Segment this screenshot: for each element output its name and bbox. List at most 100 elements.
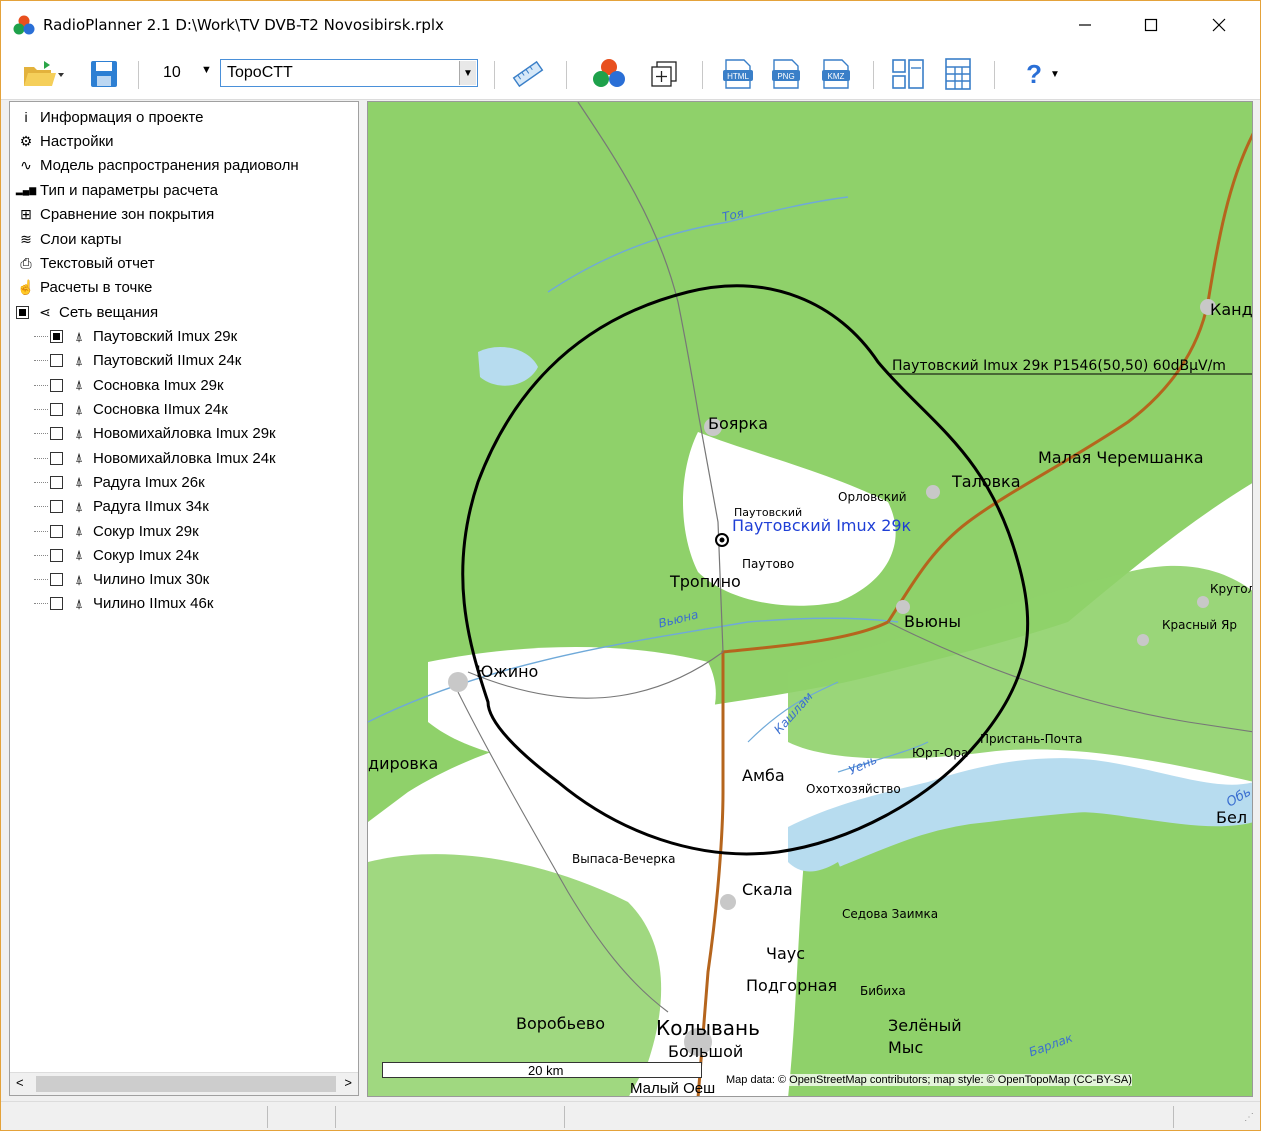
close-button[interactable] xyxy=(1185,1,1253,49)
transmitter-checkbox[interactable] xyxy=(50,354,63,368)
zoom-level-select[interactable]: 10 ▼ xyxy=(153,61,213,87)
transmitter-item[interactable]: ⍋ Сокур Imux 24к xyxy=(34,544,199,566)
place-label: Скала xyxy=(742,880,793,899)
place-label: Воробьево xyxy=(516,1014,606,1033)
map-view[interactable]: Паутовский Imux 29к P1546(50,50) 60dBµV/… xyxy=(367,101,1253,1097)
antenna-tower-icon: ⍋ xyxy=(75,474,83,490)
transmitter-label: Сокур Imux 29к xyxy=(93,522,199,540)
add-layer-button[interactable] xyxy=(646,57,682,91)
tree-item[interactable]: ⊞ Сравнение зон покрытия xyxy=(16,204,214,226)
transmitter-label: Паутовский IImux 24к xyxy=(93,352,242,370)
coverage-button[interactable] xyxy=(586,57,632,91)
transmitter-label: Чилино Imux 30к xyxy=(93,571,210,589)
transmitter-item[interactable]: ⍋ Сосновка Imux 29к xyxy=(34,374,224,396)
transmitter-checkbox[interactable] xyxy=(50,427,63,441)
open-project-button[interactable] xyxy=(19,57,69,91)
place-label: Чаус xyxy=(766,944,806,963)
compare-icon: ⊞ xyxy=(20,206,32,223)
place-label: Пристань-Почта xyxy=(980,732,1083,746)
minimize-button[interactable] xyxy=(1051,1,1119,49)
antenna-tower-icon: ⍋ xyxy=(75,352,83,368)
printer-icon: ⎙ xyxy=(20,254,32,271)
export-html-button[interactable]: HTML xyxy=(718,57,758,91)
tree-horizontal-scrollbar[interactable]: < > xyxy=(10,1072,358,1095)
layout-button[interactable] xyxy=(888,57,928,91)
coverage-circles-icon xyxy=(593,59,625,87)
bottom-place-label: Малый Оеш xyxy=(630,1080,716,1097)
antenna-tower-icon: ⍋ xyxy=(75,595,83,611)
ruler-icon xyxy=(512,60,544,88)
tree-item[interactable]: ≋ Слои карты xyxy=(16,228,121,250)
svg-text:PNG: PNG xyxy=(777,72,794,81)
transmitter-checkbox[interactable] xyxy=(50,403,63,416)
help-icon: ? xyxy=(1026,58,1042,89)
transmitter-item[interactable]: ⍋ Сокур Imux 29к xyxy=(34,520,199,542)
place-label: Охотхозяйство xyxy=(806,782,901,796)
network-checkbox[interactable] xyxy=(16,305,29,319)
place-label: Тропино xyxy=(670,572,741,591)
transmitter-label: Сосновка Imux 29к xyxy=(93,376,224,394)
transmitter-item[interactable]: ⍋ Чилино Imux 30к xyxy=(34,569,209,591)
transmitter-checkbox[interactable] xyxy=(50,573,63,587)
transmitter-item[interactable]: ⍋ Радуга IImux 34к xyxy=(34,496,209,518)
antenna-tower-icon: ⍋ xyxy=(75,571,83,587)
tree-item[interactable]: ▂▄▆ Тип и параметры расчета xyxy=(16,179,218,201)
place-label: Канд xyxy=(1210,300,1253,319)
export-kmz-button[interactable]: KMZ xyxy=(816,57,856,91)
place-label: Зелёный xyxy=(888,1016,962,1035)
maximize-button[interactable] xyxy=(1117,1,1185,49)
tree-item-label: Текстовый отчет xyxy=(40,254,155,272)
transmitter-checkbox[interactable] xyxy=(50,475,63,489)
tree-item[interactable]: ⚙ Настройки xyxy=(16,130,114,152)
place-label: дировка xyxy=(368,754,439,773)
tree-item-label: Сравнение зон покрытия xyxy=(40,206,215,224)
resize-grip-icon[interactable]: ⋰ xyxy=(1244,1112,1254,1123)
settlement-marker xyxy=(720,894,736,910)
tree-item-label: Сеть вещания xyxy=(59,303,159,321)
zoom-value: 10 xyxy=(163,64,181,81)
tree-item[interactable]: ⋖ Сеть вещания xyxy=(16,301,158,323)
transmitter-checkbox[interactable] xyxy=(50,524,63,538)
antenna-tower-icon: ⍋ xyxy=(75,498,83,514)
transmitter-item[interactable]: ⍋ Паутовский Imux 29к xyxy=(34,326,237,348)
wave-icon: ∿ xyxy=(20,157,32,174)
transmitter-label: Новомихайловка Imux 29к xyxy=(93,425,276,443)
place-label: Южино xyxy=(476,662,539,681)
svg-text:HTML: HTML xyxy=(727,72,749,81)
help-button[interactable]: ? ▼ xyxy=(1016,57,1070,91)
transmitter-item[interactable]: ⍋ Новомихайловка Imux 24к xyxy=(34,447,276,469)
transmitter-item[interactable]: ⍋ Радуга Imux 26к xyxy=(34,471,205,493)
ruler-button[interactable] xyxy=(508,57,548,91)
minimize-icon xyxy=(1079,24,1091,26)
scroll-thumb[interactable] xyxy=(36,1076,336,1092)
transmitter-checkbox[interactable] xyxy=(50,451,63,465)
table-view-button[interactable] xyxy=(938,57,978,91)
antenna-tower-icon: ⍋ xyxy=(75,377,83,393)
place-label: Паутово xyxy=(742,557,795,571)
map-source-select[interactable]: TopoCTT ▼ xyxy=(220,59,478,87)
transmitter-checkbox[interactable] xyxy=(50,548,63,562)
transmitter-item[interactable]: ⍋ Чилино IImux 46к xyxy=(34,593,213,615)
transmitter-checkbox[interactable] xyxy=(50,500,63,514)
scroll-right-icon[interactable]: > xyxy=(344,1075,352,1090)
transmitter-label: Новомихайловка Imux 24к xyxy=(93,449,276,467)
export-png-button[interactable]: PNG xyxy=(766,57,806,91)
settlement-marker xyxy=(1137,634,1149,646)
app-window: RadioPlanner 2.1 D:\Work\TV DVB-T2 Novos… xyxy=(0,0,1261,1131)
scroll-left-icon[interactable]: < xyxy=(16,1075,24,1090)
place-label: Красный Яр xyxy=(1162,618,1237,632)
tree-item[interactable]: ∿ Модель распространения радиоволн xyxy=(16,155,299,177)
transmitter-checkbox[interactable] xyxy=(50,597,63,611)
tree-item[interactable]: i Информация о проекте xyxy=(16,106,203,128)
transmitter-checkbox[interactable] xyxy=(50,330,63,344)
tree-item[interactable]: ⎙ Текстовый отчет xyxy=(16,252,155,274)
transmitter-item[interactable]: ⍋ Паутовский IImux 24к xyxy=(34,350,241,372)
transmitter-checkbox[interactable] xyxy=(50,378,63,392)
place-label: Крутол xyxy=(1210,582,1253,596)
save-button[interactable] xyxy=(87,57,121,91)
transmitter-item[interactable]: ⍋ Сосновка IImux 24к xyxy=(34,399,228,421)
transmitter-label: Радуга Imux 26к xyxy=(93,473,205,491)
map-canvas[interactable] xyxy=(368,102,1253,1097)
transmitter-item[interactable]: ⍋ Новомихайловка Imux 29к xyxy=(34,423,276,445)
tree-item[interactable]: ☝ Расчеты в точке xyxy=(16,277,152,299)
